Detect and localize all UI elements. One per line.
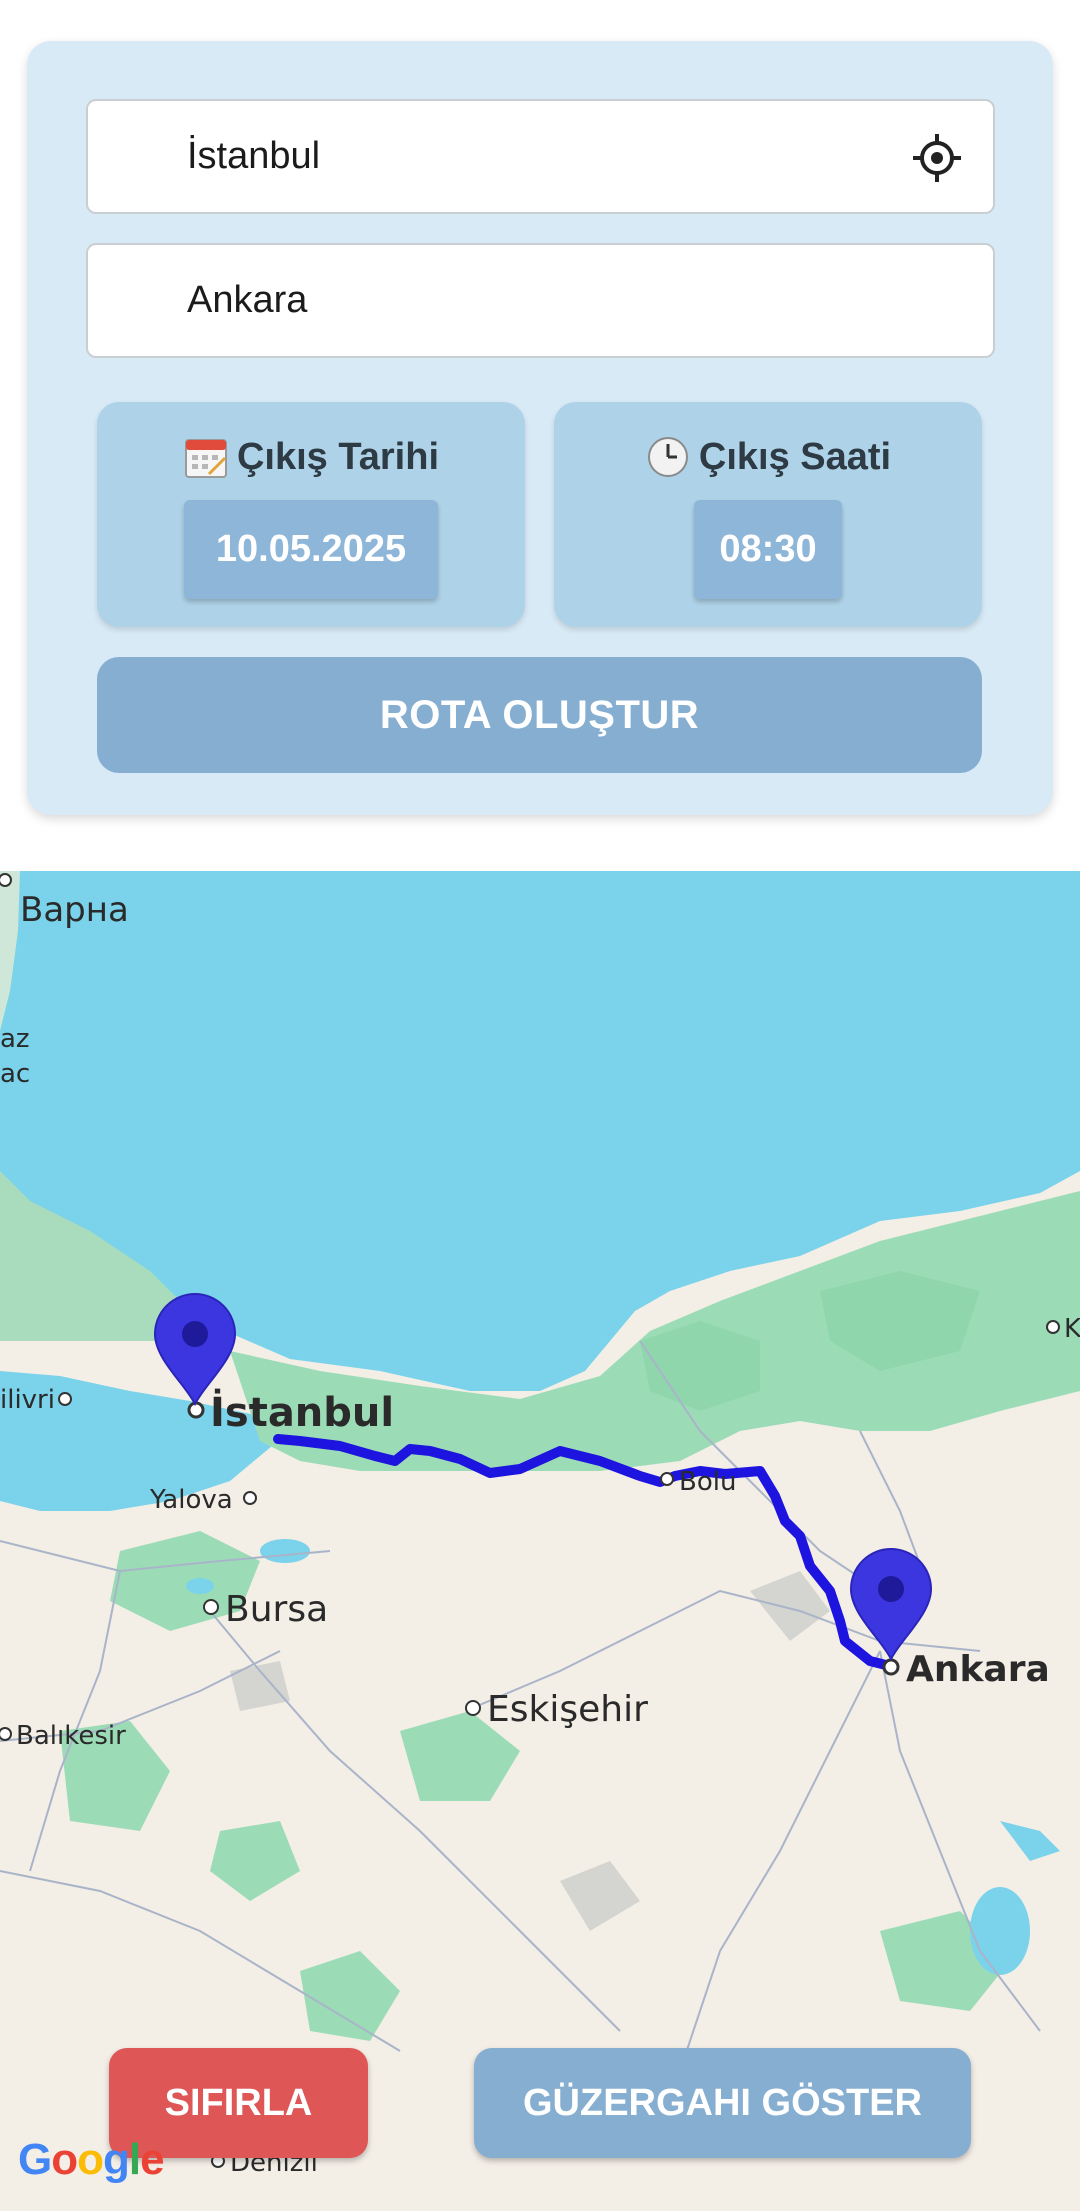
label-istanbul: İstanbul: [210, 1388, 394, 1436]
city-ankara: Ankara: [882, 1649, 1050, 1690]
calendar-icon: [184, 439, 227, 478]
lake-3: [186, 1578, 214, 1594]
departure-date-picker[interactable]: 10.05.2025: [184, 500, 438, 599]
label-yalova: Yalova: [149, 1485, 233, 1515]
departure-time-box: Çıkış Saati 08:30: [554, 402, 982, 627]
city-istanbul: İstanbul: [187, 1388, 394, 1436]
map-canvas[interactable]: Варна az ac ilivri İstanbul Yalova Bursa…: [0, 871, 1080, 2211]
lake-1: [970, 1887, 1030, 1975]
label-ankara: Ankara: [906, 1649, 1050, 1690]
departure-time-label-row: Çıkış Saati: [554, 434, 982, 480]
label-ac: ac: [0, 1059, 30, 1089]
departure-date-box: Çıkış Tarihi 10.05.2025: [97, 402, 525, 627]
label-silivri: ilivri: [0, 1385, 55, 1415]
city-eskisehir: Eskişehir: [465, 1689, 648, 1730]
label-eskisehir: Eskişehir: [487, 1689, 648, 1730]
label-az: az: [0, 1024, 30, 1054]
route-map[interactable]: Варна az ac ilivri İstanbul Yalova Bursa…: [0, 871, 1080, 2211]
label-varna: Варна: [20, 890, 129, 930]
destination-input[interactable]: Ankara: [86, 243, 995, 358]
origin-input-value: İstanbul: [187, 135, 321, 177]
label-bursa: Bursa: [225, 1589, 328, 1630]
google-logo: Google: [18, 2135, 165, 2184]
show-route-button[interactable]: GÜZERGAHI GÖSTER: [474, 2048, 971, 2158]
lake-2: [260, 1539, 310, 1563]
clock-icon: [647, 437, 688, 477]
crosshair-icon[interactable]: [911, 132, 963, 184]
route-form-card: İstanbul Ankara Çıkış Tarihi 10.05.2025 …: [27, 41, 1053, 815]
create-route-button[interactable]: ROTA OLUŞTUR: [97, 657, 982, 773]
city-balikesir: Balıkesir: [0, 1721, 126, 1751]
origin-input[interactable]: İstanbul: [86, 99, 995, 214]
departure-date-label: Çıkış Tarihi: [236, 435, 440, 478]
label-balikesir: Balıkesir: [16, 1721, 126, 1751]
departure-time-label: Çıkış Saati: [698, 435, 892, 478]
departure-date-label-row: Çıkış Tarihi: [97, 434, 525, 480]
departure-time-picker[interactable]: 08:30: [694, 500, 842, 599]
label-bolu: Bolu: [679, 1467, 736, 1497]
label-k: K: [1064, 1314, 1080, 1344]
destination-input-value: Ankara: [187, 279, 308, 321]
